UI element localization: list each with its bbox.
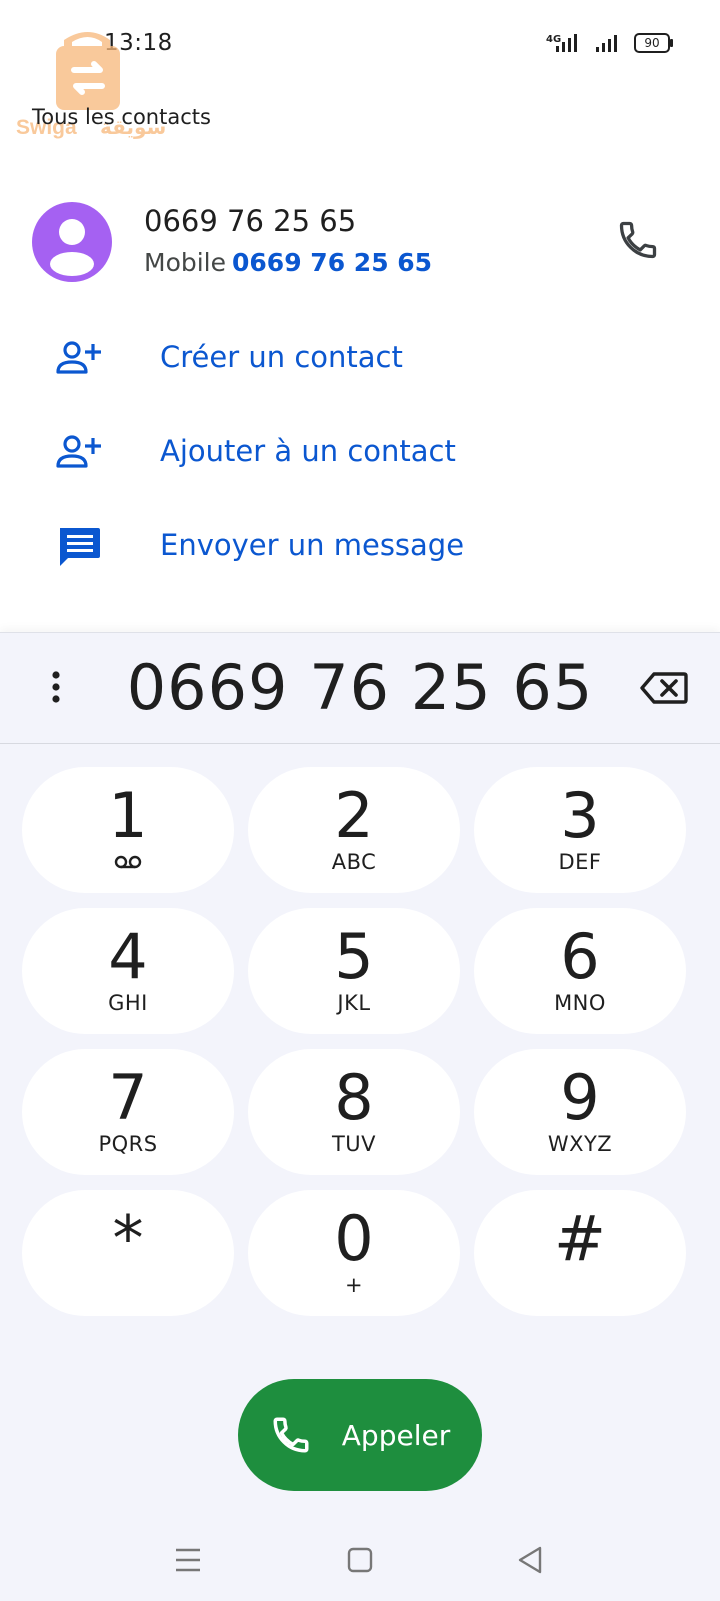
dial-key-2[interactable]: 2 ABC (248, 767, 460, 893)
phone-icon (273, 1417, 309, 1453)
key-digit: 4 (108, 920, 148, 993)
key-digit: 2 (334, 779, 374, 852)
dial-key-star[interactable]: * (22, 1190, 234, 1316)
backspace-icon[interactable] (640, 671, 688, 705)
dialed-number[interactable]: 0669 76 25 65 (0, 651, 720, 724)
key-digit: * (112, 1202, 144, 1275)
contact-sub-number: 0669 76 25 65 (232, 248, 433, 277)
menu-icon[interactable] (170, 1542, 206, 1578)
dial-key-6[interactable]: 6 MNO (474, 908, 686, 1034)
add-to-contact-row[interactable]: Ajouter à un contact (0, 412, 720, 492)
dialed-number-bar: 0669 76 25 65 (0, 633, 720, 744)
key-letters: TUV (331, 1132, 377, 1156)
key-digit: 5 (334, 920, 374, 993)
call-icon[interactable] (616, 218, 660, 262)
dial-key-4[interactable]: 4 GHI (22, 908, 234, 1034)
key-digit: 7 (108, 1061, 148, 1134)
phone-type-label: Mobile (144, 248, 227, 277)
send-message-row[interactable]: Envoyer un message (0, 506, 720, 586)
key-letters: ABC (331, 850, 377, 874)
key-letters: PQRS (98, 1132, 158, 1156)
network-type-label: 4G (546, 34, 561, 45)
all-contacts-link[interactable]: Tous les contacts (32, 105, 211, 129)
key-letters: JKL (337, 991, 371, 1015)
person-add-icon (56, 341, 101, 374)
dial-key-0[interactable]: 0 + (248, 1190, 460, 1316)
voicemail-icon (114, 855, 142, 869)
battery-level: 90 (644, 36, 660, 50)
dial-key-9[interactable]: 9 WXYZ (474, 1049, 686, 1175)
key-letters: DEF (558, 850, 602, 874)
key-letters (113, 850, 143, 876)
send-message-label: Envoyer un message (160, 528, 465, 562)
key-letters: + (344, 1273, 364, 1297)
call-button-label: Appeler (341, 1418, 451, 1452)
dial-key-8[interactable]: 8 TUV (248, 1049, 460, 1175)
avatar (32, 202, 112, 282)
contact-subtitle: Mobile 0669 76 25 65 (144, 248, 432, 277)
dialer-panel: 0669 76 25 65 1 2 ABC 3 DEF 4 GHI 5 JKL … (0, 632, 720, 1601)
key-digit: 1 (108, 779, 148, 852)
key-digit: 8 (334, 1061, 374, 1134)
key-digit: 3 (560, 779, 600, 852)
create-contact-label: Créer un contact (160, 340, 403, 374)
message-icon (60, 528, 100, 566)
status-icons: 4G 90 (546, 32, 673, 54)
back-icon[interactable] (512, 1542, 548, 1578)
person-add-icon (56, 435, 101, 468)
key-letters: WXYZ (547, 1132, 613, 1156)
call-button[interactable]: Appeler (238, 1379, 482, 1491)
key-digit: 9 (560, 1061, 600, 1134)
key-letters: GHI (108, 991, 148, 1015)
contact-row[interactable]: 0669 76 25 65 Mobile 0669 76 25 65 (0, 190, 720, 290)
add-to-contact-label: Ajouter à un contact (160, 434, 456, 468)
signal-4g-icon: 4G (546, 34, 577, 52)
contact-number: 0669 76 25 65 (144, 204, 357, 238)
home-icon[interactable] (342, 1542, 378, 1578)
key-digit: 0 (334, 1202, 374, 1275)
key-digit: 6 (560, 920, 600, 993)
key-letters: MNO (554, 991, 606, 1015)
battery-icon: 90 (634, 33, 673, 53)
dial-key-7[interactable]: 7 PQRS (22, 1049, 234, 1175)
dial-key-3[interactable]: 3 DEF (474, 767, 686, 893)
create-contact-row[interactable]: Créer un contact (0, 318, 720, 398)
dial-key-5[interactable]: 5 JKL (248, 908, 460, 1034)
dial-key-1[interactable]: 1 (22, 767, 234, 893)
system-nav-bar (0, 1520, 720, 1600)
key-digit: # (554, 1202, 606, 1275)
signal-icon (596, 35, 617, 52)
person-icon (50, 219, 94, 276)
dial-key-hash[interactable]: # (474, 1190, 686, 1316)
